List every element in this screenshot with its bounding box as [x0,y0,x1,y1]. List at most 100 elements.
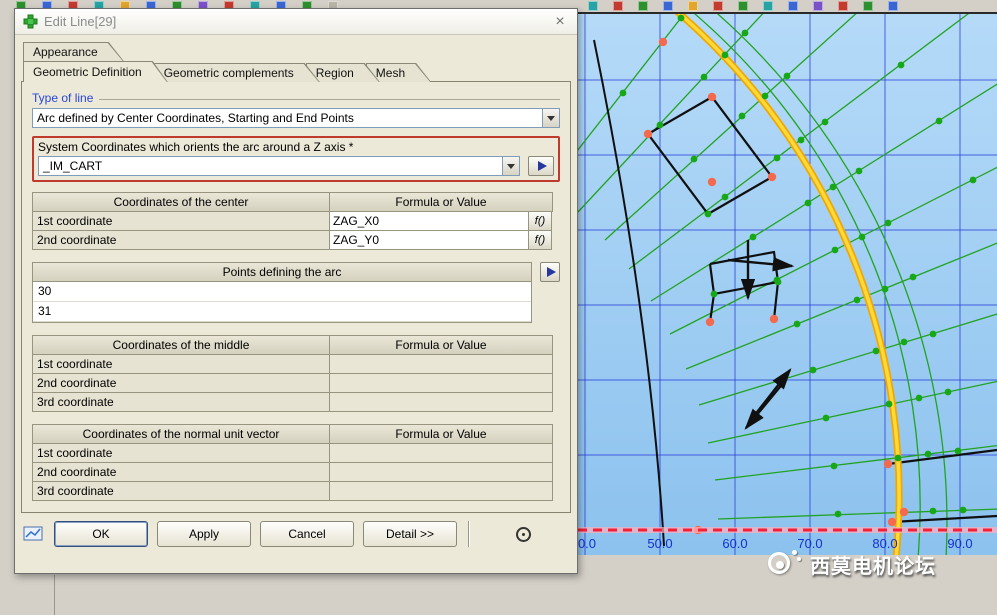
toolbar-icon[interactable] [688,1,698,11]
mesh-node[interactable] [894,454,902,462]
mesh-node[interactable] [872,347,880,355]
arc-point-item[interactable]: 31 [33,302,531,322]
graphics-viewport[interactable]: 0.0 50.0 60.0 70.0 80.0 90.0 [578,12,997,555]
mesh-node[interactable] [881,285,889,293]
mesh-node[interactable] [944,388,952,396]
mesh-node[interactable] [677,14,685,22]
center-y-field[interactable]: ZAG_Y0 [329,230,529,250]
mesh-node[interactable] [885,400,893,408]
tab-geometric-complements[interactable]: Geometric complements [154,63,320,82]
mesh-node[interactable] [909,273,917,281]
mesh-node[interactable] [830,462,838,470]
viewport-canvas[interactable] [578,14,997,555]
mesh-node[interactable] [884,219,892,227]
mesh-node[interactable] [954,447,962,455]
geometry-point[interactable] [769,314,779,324]
close-icon[interactable]: × [551,13,569,30]
mesh-node[interactable] [855,167,863,175]
mesh-node[interactable] [809,366,817,374]
dialog-titlebar[interactable]: Edit Line[29] × [15,9,577,35]
mesh-node[interactable] [900,338,908,346]
mesh-node[interactable] [797,136,805,144]
tab-appearance[interactable]: Appearance [23,42,124,61]
mesh-node[interactable] [831,246,839,254]
mesh-node[interactable] [721,51,729,59]
toolbar-icon[interactable] [588,1,598,11]
mesh-node[interactable] [774,278,782,286]
round-icon-button[interactable] [481,521,565,547]
mesh-node[interactable] [858,233,866,241]
mesh-node[interactable] [924,450,932,458]
geometry-line[interactable] [772,281,780,320]
mesh-node[interactable] [749,233,757,241]
mesh-node[interactable] [969,176,977,184]
toolbar-icon[interactable] [813,1,823,11]
mesh-node[interactable] [935,117,943,125]
mesh-node[interactable] [897,61,905,69]
toolbar-icon[interactable] [663,1,673,11]
edit-coord-system-button[interactable] [528,156,554,176]
apply-button[interactable]: Apply [157,521,251,547]
toolbar-icon[interactable] [763,1,773,11]
toolbar-icon[interactable] [713,1,723,11]
mesh-node[interactable] [738,112,746,120]
thumbnail-icon[interactable] [23,525,45,543]
mesh-node[interactable] [793,320,801,328]
toolbar-icon[interactable] [863,1,873,11]
toolbar-icon[interactable] [838,1,848,11]
geometry-point[interactable] [705,317,715,327]
toolbar-icon[interactable] [888,1,898,11]
mesh-node[interactable] [834,510,842,518]
cancel-button[interactable]: Cancel [260,521,354,547]
formula-button[interactable]: f() [528,230,552,250]
mesh-node[interactable] [929,507,937,515]
formula-button[interactable]: f() [528,211,552,231]
mesh-node[interactable] [915,394,923,402]
geometry-point[interactable] [643,129,653,139]
mesh-node[interactable] [959,506,967,514]
arc-point-item[interactable]: 30 [33,282,531,302]
chevron-down-icon[interactable] [502,157,519,175]
chevron-down-icon[interactable] [542,109,559,127]
geometry-point[interactable] [767,172,777,182]
mesh-node[interactable] [783,72,791,80]
toolbar-icon[interactable] [638,1,648,11]
geometry-line[interactable] [708,293,716,323]
center-x-field[interactable]: ZAG_X0 [329,211,529,231]
table-row: 2nd coordinate ZAG_Y0 f() [32,230,554,250]
ok-button[interactable]: OK [54,521,148,547]
mesh-node[interactable] [929,330,937,338]
mesh-node[interactable] [821,118,829,126]
toolbar-icon[interactable] [788,1,798,11]
mesh-node[interactable] [822,414,830,422]
line-type-select[interactable]: Arc defined by Center Coordinates, Start… [32,108,560,128]
mesh-node[interactable] [704,210,712,218]
coord-system-select[interactable]: _IM_CART [38,156,520,176]
mesh-node[interactable] [619,89,627,97]
mesh-node[interactable] [853,296,861,304]
mesh-node[interactable] [710,290,718,298]
geometry-point[interactable] [887,517,897,527]
toolbar-icon[interactable] [613,1,623,11]
geometry-point[interactable] [658,37,668,47]
geometry-point[interactable] [899,507,909,517]
mesh-node[interactable] [721,193,729,201]
row-label: 1st coordinate [32,443,330,463]
mesh-node[interactable] [741,29,749,37]
toolbar-icon[interactable] [738,1,748,11]
mesh-node[interactable] [700,73,708,81]
geometry-point[interactable] [883,459,893,469]
detail-button[interactable]: Detail >> [363,521,457,547]
geometry-point[interactable] [707,177,717,187]
mesh-node[interactable] [773,154,781,162]
mesh-node[interactable] [690,155,698,163]
geometry-point[interactable] [707,92,717,102]
edit-points-button[interactable] [540,262,560,282]
arc-points-list[interactable]: 30 31 [32,281,532,323]
mesh-node[interactable] [829,183,837,191]
mesh-node[interactable] [804,199,812,207]
tab-geometric-definition[interactable]: Geometric Definition [23,61,168,82]
mesh-node[interactable] [761,92,769,100]
mesh-node[interactable] [656,121,664,129]
geometry-line[interactable] [891,514,997,524]
